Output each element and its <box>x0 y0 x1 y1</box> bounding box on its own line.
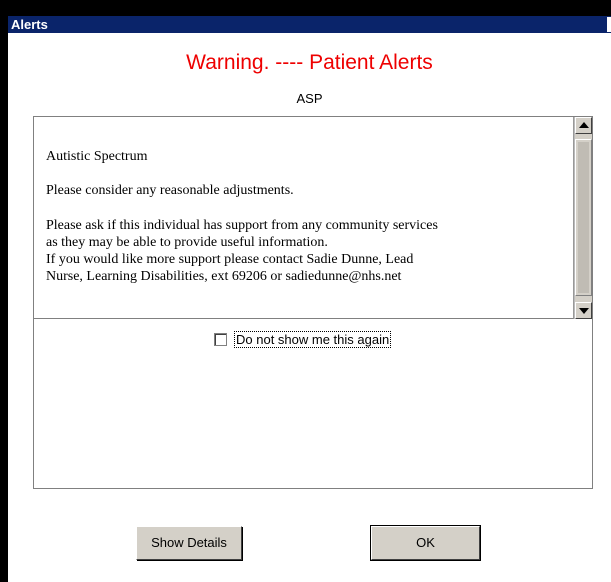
title-bar[interactable]: Alerts <box>8 16 611 33</box>
scroll-down-button[interactable] <box>575 302 592 319</box>
alert-code: ASP <box>296 91 323 106</box>
do-not-show-checkbox[interactable] <box>214 333 227 346</box>
alert-text-area[interactable]: Autistic Spectrum Please consider any re… <box>34 117 574 319</box>
support-line: If you would like more support please co… <box>46 252 414 267</box>
title-bar-control[interactable] <box>607 17 611 32</box>
scroll-up-arrow-icon <box>579 122 589 128</box>
scroll-thumb[interactable] <box>575 139 592 296</box>
scroll-thumb-face <box>578 142 589 293</box>
alert-panel: Autistic Spectrum Please consider any re… <box>33 116 593 489</box>
alert-adjustments-text: Please consider any reasonable adjustmen… <box>46 183 294 198</box>
dialog-heading: Warning. ---- Patient Alerts <box>186 51 433 74</box>
do-not-show-label[interactable]: Do not show me this again <box>234 331 392 348</box>
show-details-button[interactable]: Show Details <box>136 526 242 560</box>
support-line: Nurse, Learning Disabilities, ext 69206 … <box>46 269 402 284</box>
vertical-scrollbar[interactable] <box>574 117 592 319</box>
support-line: as they may be able to provide useful in… <box>46 235 328 250</box>
alert-support-text: Please ask if this individual has suppor… <box>46 217 566 285</box>
alert-title-text: Autistic Spectrum <box>46 149 148 164</box>
alerts-dialog: Warning. ---- Patient Alerts ASP Autisti… <box>8 33 611 582</box>
scroll-up-button[interactable] <box>575 117 592 134</box>
support-line: Please ask if this individual has suppor… <box>46 218 438 233</box>
window-title: Alerts <box>11 17 48 32</box>
ok-button[interactable]: OK <box>370 525 481 561</box>
scroll-down-arrow-icon <box>579 308 589 314</box>
